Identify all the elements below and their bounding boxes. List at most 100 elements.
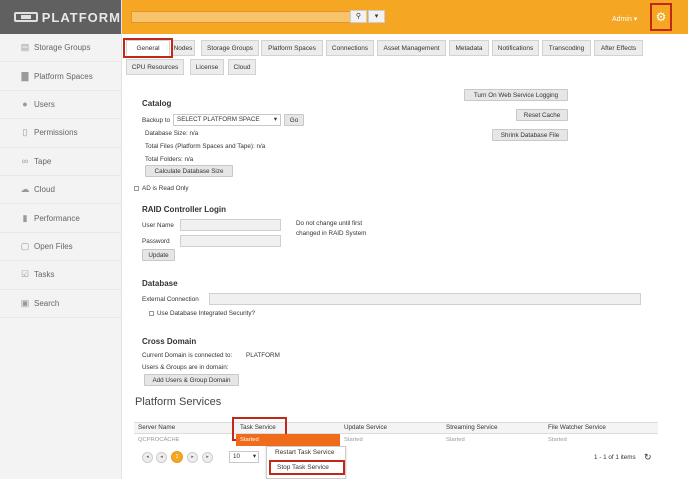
users-domain-label: Users & Groups are in domain: (142, 364, 229, 371)
sidebar-item-platform-spaces[interactable]: ▇ Platform Spaces (0, 62, 121, 91)
cell-task-service[interactable]: Started (236, 434, 340, 446)
add-users-group-domain-button[interactable]: Add Users & Group Domain (144, 374, 239, 386)
ad-readonly-checkbox[interactable] (134, 186, 139, 191)
column-header-file-watcher-service[interactable]: File Watcher Service (544, 422, 658, 434)
search-icon: ▣ (20, 297, 30, 308)
sidebar-item-label: Storage Groups (34, 43, 91, 53)
menu-stop-task-service[interactable]: Stop Task Service (269, 460, 345, 475)
connected-domain-value: PLATFORM (246, 352, 280, 359)
tab-notifications[interactable]: Notifications (492, 40, 539, 56)
reset-cache-button[interactable]: Reset Cache (516, 109, 568, 121)
items-info: 1 - 1 of 1 items (594, 454, 636, 461)
sidebar: PLATFORM ▤ Storage Groups ▇ Platform Space… (0, 0, 122, 479)
cell-server-name: QCPROCACHE (138, 437, 180, 443)
raid-password-input[interactable] (180, 235, 281, 247)
search-button[interactable]: ⚲ (350, 10, 367, 23)
go-button[interactable]: Go (284, 114, 304, 126)
file-icon: ▢ (20, 240, 30, 251)
menu-restart-task-service[interactable]: Restart Task Service (267, 447, 345, 459)
raid-user-input[interactable] (180, 219, 281, 231)
raid-note: Do not change until first (296, 220, 363, 227)
current-page[interactable]: 1 (171, 451, 183, 463)
tab-after-effects[interactable]: After Effects (594, 40, 643, 56)
sidebar-item-tasks[interactable]: ☑ Tasks (0, 261, 121, 290)
sidebar-item-performance[interactable]: ▮ Performance (0, 204, 121, 233)
storage-icon: ▤ (20, 42, 30, 53)
column-header-server-name[interactable]: Server Name (134, 422, 236, 434)
search-icon: ⚲ (355, 13, 362, 20)
tab-license[interactable]: License (190, 59, 224, 75)
sidebar-item-label: Open Files (34, 241, 73, 251)
raid-note-2: changed in RAID System (296, 230, 367, 237)
sidebar-item-tape[interactable]: ∞ Tape (0, 148, 121, 176)
sidebar-item-permissions[interactable]: ▯ Permissions (0, 119, 121, 148)
calculate-db-size-button[interactable]: Calculate Database Size (145, 165, 233, 177)
search-input[interactable] (131, 11, 351, 23)
tab-storage-groups[interactable]: Storage Groups (201, 40, 259, 56)
brand-name: PLATFORM (41, 9, 121, 25)
user-menu[interactable]: Admin ▾ (612, 15, 637, 23)
tab-transcoding[interactable]: Transcoding (542, 40, 591, 56)
tab-metadata[interactable]: Metadata (449, 40, 489, 56)
app-logo[interactable]: PLATFORM (0, 0, 121, 34)
raid-update-button[interactable]: Update (142, 249, 175, 261)
sidebar-item-label: Cloud (34, 185, 55, 195)
backup-label: Backup to (142, 117, 171, 124)
column-header-update-service[interactable]: Update Service (340, 422, 442, 434)
page-size-select[interactable]: 10 ▾ (229, 451, 259, 463)
search-options-button[interactable]: ▾ (368, 10, 385, 23)
external-connection-input[interactable] (209, 293, 641, 305)
web-logging-button[interactable]: Turn On Web Service Logging (464, 89, 568, 101)
sidebar-nav: ▤ Storage Groups ▇ Platform Spaces ● Users … (0, 34, 121, 318)
cloud-icon: ☁ (20, 184, 30, 195)
sidebar-item-label: Tape (34, 156, 52, 166)
backup-select-value: SELECT PLATFORM SPACE (177, 116, 260, 123)
sidebar-item-cloud[interactable]: ☁ Cloud (0, 176, 121, 205)
last-page-icon[interactable]: ▸ (202, 452, 213, 463)
tab-platform-spaces[interactable]: Platform Spaces (261, 40, 323, 56)
prev-page-icon[interactable]: ◂ (156, 452, 167, 463)
tab-cpu-resources[interactable]: CPU Resources (126, 59, 184, 75)
ad-readonly-label: AD is Read Only (142, 185, 189, 192)
platform-services-title: Platform Services (135, 396, 222, 408)
cell-streaming-service: Started (446, 437, 465, 443)
tab-asset-management[interactable]: Asset Management (377, 40, 446, 56)
gear-icon: ⚙ (655, 10, 667, 24)
chevron-down-icon: ▾ (252, 453, 256, 460)
sidebar-item-label: Tasks (34, 270, 55, 280)
cell-file-watcher-service: Started (548, 437, 567, 443)
sidebar-item-label: Performance (34, 213, 80, 223)
tasks-icon: ☑ (20, 269, 30, 280)
refresh-icon[interactable]: ↻ (644, 452, 652, 463)
sidebar-item-label: Platform Spaces (34, 71, 93, 81)
sidebar-item-search[interactable]: ▣ Search (0, 290, 121, 318)
tab-nodes[interactable]: Nodes (171, 40, 195, 56)
tape-icon: ∞ (21, 156, 29, 167)
users-icon: ● (22, 99, 28, 110)
backup-space-select[interactable]: SELECT PLATFORM SPACE ▾ (173, 114, 281, 126)
catalog-title: Catalog (142, 99, 172, 108)
integrated-security-checkbox[interactable] (149, 311, 154, 316)
highlight-box (123, 38, 173, 58)
shrink-db-button[interactable]: Shrink Database File (492, 129, 568, 141)
sidebar-item-open-files[interactable]: ▢ Open Files (0, 233, 121, 262)
sidebar-item-label: Permissions (34, 128, 78, 138)
settings-button[interactable]: ⚙ (650, 3, 672, 31)
tab-cloud[interactable]: Cloud (228, 59, 256, 75)
top-bar: ⚲ ▾ Admin ▾ ⚙ (122, 0, 688, 34)
total-folders: Total Folders: n/a (145, 156, 194, 163)
lock-icon: ▯ (22, 127, 28, 138)
sidebar-item-users[interactable]: ● Users (0, 91, 121, 120)
next-page-icon[interactable]: ▸ (187, 452, 198, 463)
tab-connections[interactable]: Connections (326, 40, 374, 56)
sidebar-item-label: Search (34, 298, 60, 308)
external-connection-label: External Connection (142, 296, 199, 303)
column-header-streaming-service[interactable]: Streaming Service (442, 422, 544, 434)
chevron-down-icon: ▾ (374, 13, 379, 20)
task-service-context-menu: Restart Task Service Stop Task Service (266, 446, 346, 479)
logo-icon (14, 12, 38, 22)
first-page-icon[interactable]: ◂ (142, 452, 153, 463)
sidebar-item-storage-groups[interactable]: ▤ Storage Groups (0, 34, 121, 63)
page-size-value: 10 (233, 453, 241, 460)
database-title: Database (142, 279, 178, 288)
